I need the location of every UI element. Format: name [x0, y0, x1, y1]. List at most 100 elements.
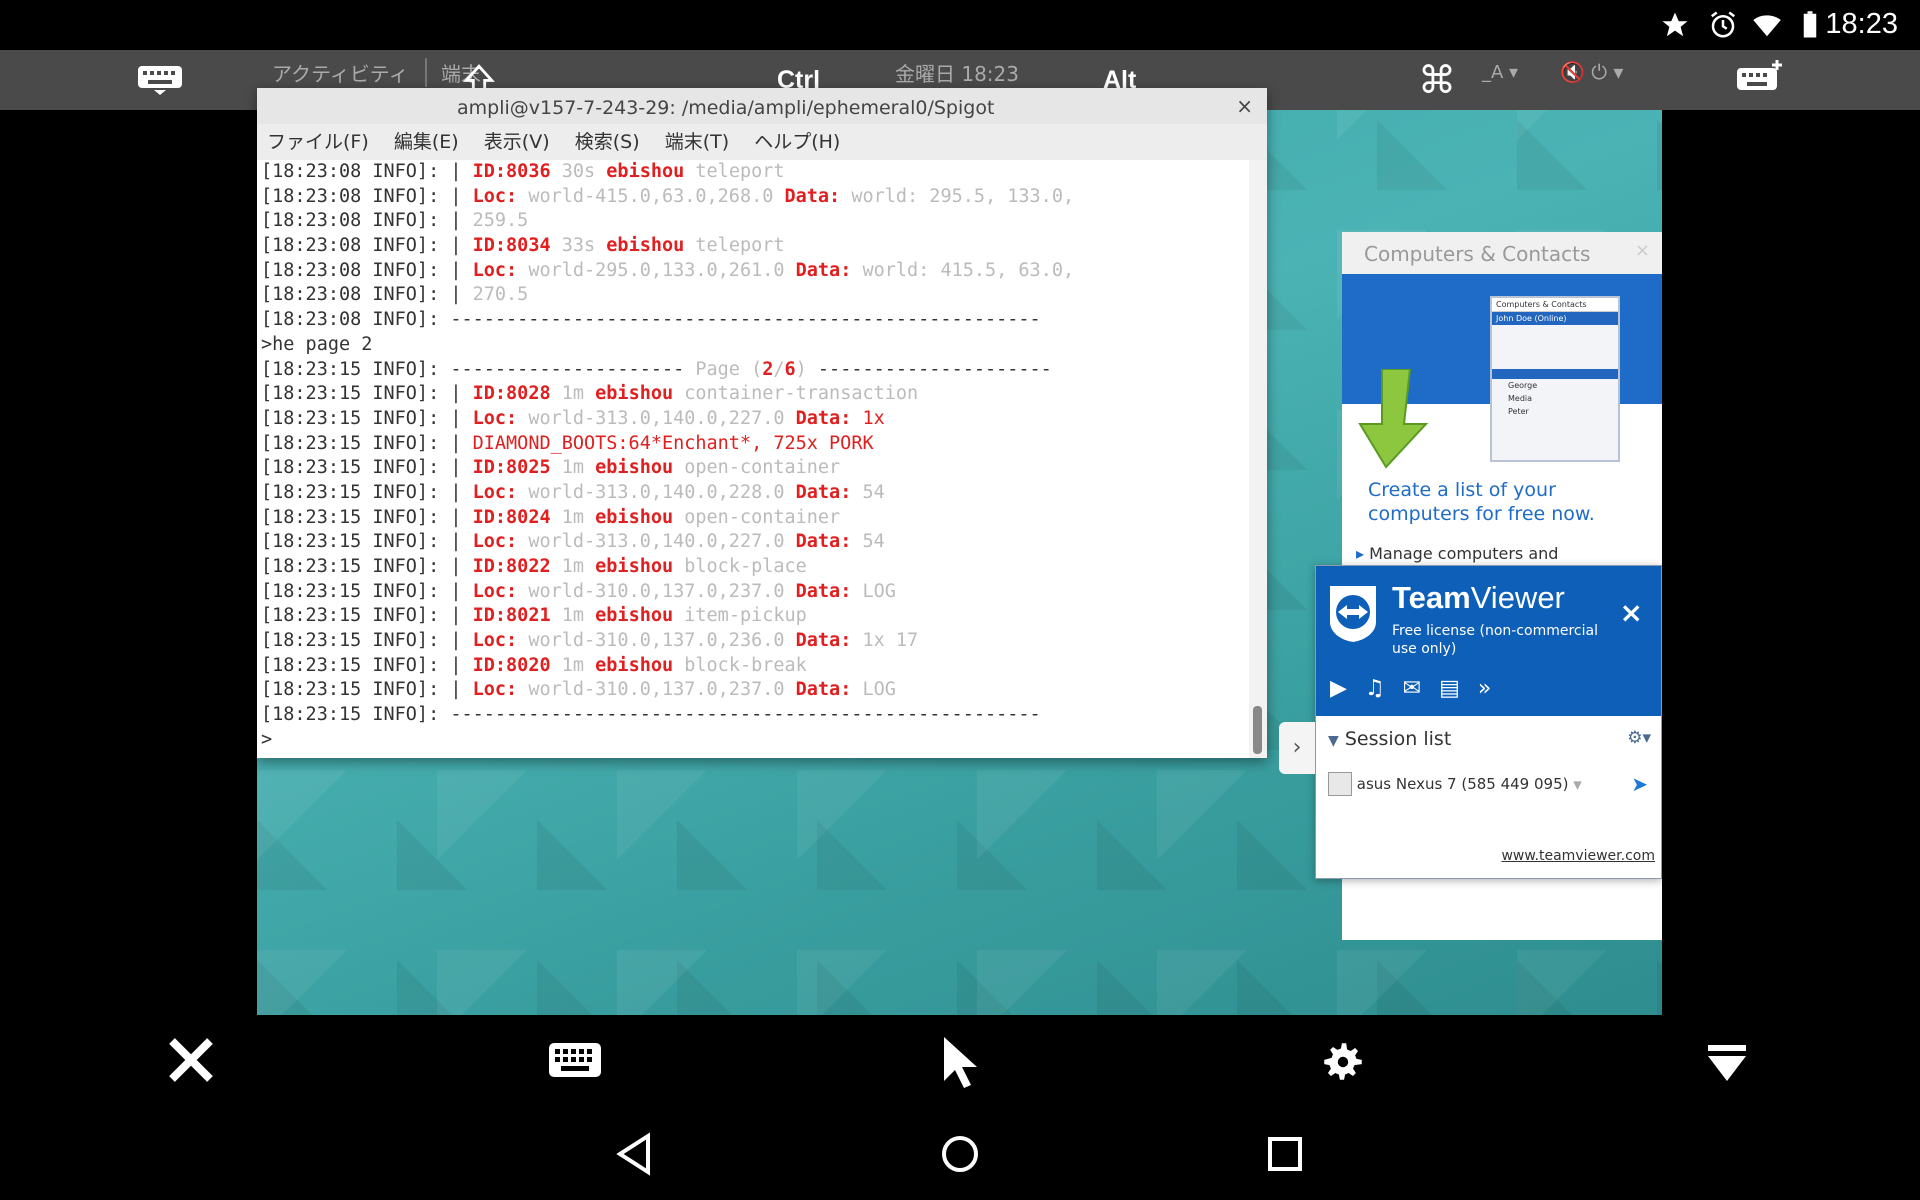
keyboard-icon[interactable]: [547, 1041, 603, 1079]
dropdown-arrow-icon[interactable]: ▼: [1573, 779, 1581, 792]
teamviewer-header: TeamViewer Free license (non-commercial …: [1316, 566, 1661, 716]
terminal-scrollbar-thumb[interactable]: [1253, 706, 1262, 754]
terminal-segment: open-container: [673, 506, 841, 528]
terminal-segment: 1m: [550, 654, 596, 676]
star-icon: [1662, 12, 1688, 37]
terminal-segment: ): [795, 358, 807, 380]
cursor-arrow-icon[interactable]: ➤: [1631, 772, 1648, 796]
terminal-segment: 1m: [550, 383, 596, 405]
close-icon[interactable]: ×: [1236, 94, 1253, 118]
terminal-segment: 54: [851, 531, 885, 553]
menu-file[interactable]: ファイル(F): [257, 124, 379, 160]
home-icon[interactable]: [940, 1132, 980, 1176]
terminal-line: [18:23:08 INFO]: | ID:8036 30s ebishou t…: [257, 160, 1247, 185]
terminal-segment: 1m: [550, 605, 596, 627]
terminal-segment: ---------------------: [806, 358, 1052, 380]
gnome-clock[interactable]: 金曜日 18:23: [895, 58, 1019, 87]
terminal-segment: 259.5: [472, 210, 529, 232]
terminal-segment: 1x: [851, 407, 885, 429]
terminal-line: [18:23:15 INFO]: --------------------- P…: [257, 358, 1247, 383]
back-icon[interactable]: [614, 1132, 654, 1176]
menu-view[interactable]: 表示(V): [474, 124, 560, 160]
cc-bullet-text: Manage computers and: [1369, 544, 1559, 563]
terminal-titlebar[interactable]: ampli@v157-7-243-29: /media/ampli/epheme…: [257, 88, 1267, 125]
cc-mini-search: [1492, 325, 1618, 365]
terminal-segment: 1m: [550, 556, 596, 577]
chat-icon[interactable]: ✉: [1403, 676, 1439, 701]
terminal-segment: 30s: [550, 161, 607, 182]
cc-close-icon[interactable]: ×: [1635, 240, 1650, 261]
menu-edit[interactable]: 編集(E): [384, 124, 469, 160]
terminal-segment: block-break: [673, 654, 807, 676]
terminal-line: [18:23:15 INFO]: | Loc: world-310.0,137.…: [257, 629, 1247, 654]
terminal-segment: world-310.0,137.0,237.0: [517, 580, 796, 602]
terminal-segment: 54: [851, 481, 885, 503]
teamviewer-panel[interactable]: TeamViewer Free license (non-commercial …: [1315, 565, 1662, 879]
command-key-icon[interactable]: ⌘: [1418, 58, 1456, 103]
terminal-line: >he page 2: [257, 333, 1247, 358]
session-list-header[interactable]: ▼ Session list: [1328, 728, 1451, 750]
terminal-line: [18:23:15 INFO]: | Loc: world-313.0,140.…: [257, 407, 1247, 432]
terminal-segment: ebishou: [606, 235, 685, 257]
terminal-line-prefix: [18:23:08 INFO]: |: [261, 161, 473, 182]
more-icon[interactable]: »: [1478, 676, 1509, 701]
terminal-segment: ebishou: [595, 506, 674, 528]
volume-power-icon[interactable]: 🔇 ⏻ ▾: [1560, 60, 1623, 84]
terminal-segment: Page (: [695, 358, 763, 380]
terminal-line-prefix: [18:23:15 INFO]: -----------------------…: [261, 704, 1041, 726]
terminal-line: [18:23:08 INFO]: | 270.5: [257, 283, 1247, 308]
panel-expand-chevron-icon[interactable]: ›: [1279, 722, 1315, 774]
terminal-line: [18:23:08 INFO]: -----------------------…: [257, 308, 1247, 333]
terminal-segment: Data:: [795, 259, 852, 281]
terminal-scrollbar[interactable]: [1249, 160, 1267, 758]
settings-icon[interactable]: [1318, 1037, 1368, 1087]
headset-icon[interactable]: ♫: [1365, 676, 1403, 701]
cc-title: Computers & Contacts: [1364, 242, 1591, 266]
terminal-segment: Loc:: [472, 185, 518, 207]
mouse-pointer-icon[interactable]: [940, 1035, 980, 1089]
collapse-toolbar-icon[interactable]: [1706, 1043, 1748, 1083]
teamviewer-brand-bold: Team: [1392, 580, 1471, 615]
recents-icon[interactable]: [1265, 1134, 1305, 1174]
terminal-segment: world-310.0,137.0,237.0: [517, 679, 796, 701]
video-icon[interactable]: ▶: [1330, 676, 1365, 701]
terminal-line: [18:23:15 INFO]: | ID:8021 1m ebishou it…: [257, 604, 1247, 629]
terminal-line-prefix: [18:23:15 INFO]: |: [261, 531, 473, 553]
teamviewer-brand: TeamViewer: [1392, 580, 1565, 616]
gnome-activities[interactable]: アクティビティ: [272, 58, 409, 87]
terminal-segment: ebishou: [595, 556, 674, 577]
terminal-line: [18:23:15 INFO]: | ID:8020 1m ebishou bl…: [257, 654, 1247, 679]
terminal-segment: Loc:: [472, 531, 518, 553]
files-icon[interactable]: ▤: [1439, 676, 1478, 701]
keyboard-add-icon[interactable]: [1735, 60, 1783, 94]
terminal-window[interactable]: ampli@v157-7-243-29: /media/ampli/epheme…: [257, 88, 1267, 758]
bullet-arrow-icon: ▸: [1356, 544, 1365, 563]
terminal-title: ampli@v157-7-243-29: /media/ampli/epheme…: [457, 97, 995, 119]
status-time: 18:23: [1825, 8, 1898, 40]
terminal-output[interactable]: [18:23:08 INFO]: | ID:8036 30s ebishou t…: [257, 160, 1247, 758]
terminal-segment: open-container: [673, 457, 841, 479]
terminal-line: [18:23:15 INFO]: | ID:8022 1m ebishou bl…: [257, 555, 1247, 580]
menu-terminal[interactable]: 端末(T): [655, 124, 739, 160]
keyboard-hide-icon[interactable]: [136, 62, 184, 96]
terminal-segment: ID:8020: [472, 654, 551, 676]
android-status-bar: 18:23: [0, 0, 1920, 50]
close-session-icon[interactable]: [166, 1035, 216, 1085]
input-method-icon[interactable]: _A ▾: [1482, 62, 1518, 83]
menu-help[interactable]: ヘルプ(H): [744, 124, 850, 160]
session-list-title: Session list: [1344, 728, 1452, 750]
teamviewer-close-icon[interactable]: ×: [1620, 596, 1643, 629]
terminal-segment: 1m: [550, 457, 596, 479]
teamviewer-link[interactable]: www.teamviewer.com: [1501, 848, 1655, 864]
terminal-line-prefix: [18:23:15 INFO]: |: [261, 630, 473, 652]
terminal-line: [18:23:15 INFO]: | ID:8024 1m ebishou op…: [257, 506, 1247, 531]
terminal-line-prefix: [18:23:15 INFO]: |: [261, 407, 473, 429]
terminal-segment: 2: [762, 358, 774, 380]
terminal-segment: teleport: [684, 235, 785, 257]
terminal-segment: Data:: [795, 481, 852, 503]
terminal-line: >: [257, 728, 1247, 753]
settings-gear-icon[interactable]: ⚙▾: [1627, 728, 1651, 748]
menu-search[interactable]: 検索(S): [565, 124, 650, 160]
session-item[interactable]: asus Nexus 7 (585 449 095) ▼ ➤: [1328, 772, 1648, 800]
terminal-line-prefix: [18:23:08 INFO]: |: [261, 185, 473, 207]
